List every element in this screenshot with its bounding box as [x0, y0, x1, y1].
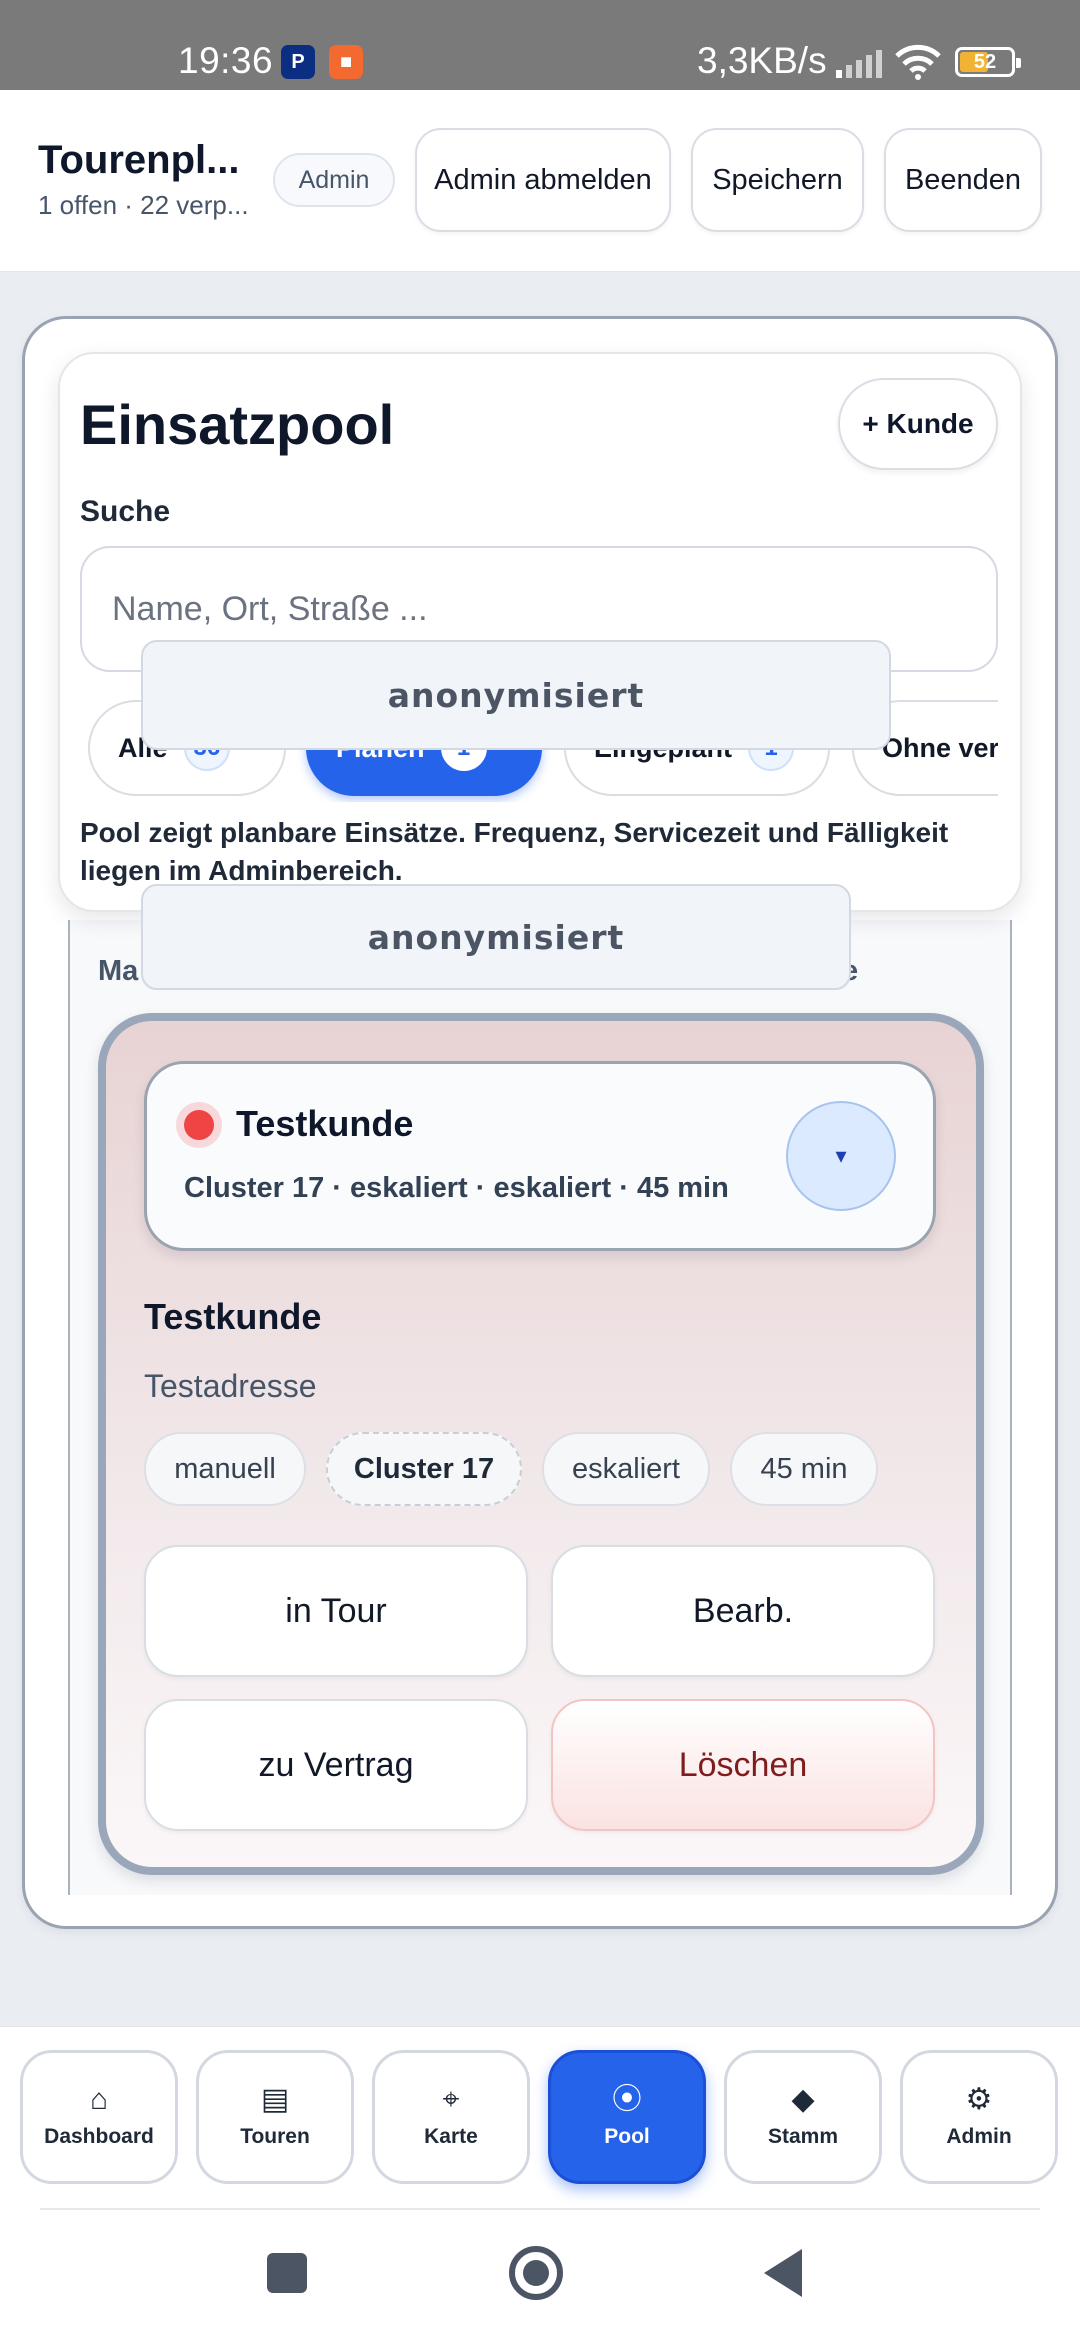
save-button[interactable]: Speichern [691, 128, 864, 232]
tag-source: manuell [144, 1432, 306, 1506]
delete-button[interactable]: Löschen [551, 1699, 935, 1831]
network-speed: 3,3KB/s [697, 40, 827, 81]
app-subtitle: 1 offen · 22 verp... [38, 190, 249, 220]
nav-dashboard[interactable]: ⌂ Dashboard [20, 2050, 178, 2184]
status-dot [184, 1110, 214, 1140]
customer-meta: Cluster 17 · eskaliert · eskaliert · 45 … [184, 1172, 729, 1204]
customer-name: Testkunde [236, 1103, 414, 1144]
nav-admin[interactable]: ⚙ Admin [900, 2050, 1058, 2184]
list-icon: ▤ [260, 2083, 290, 2116]
exit-button[interactable]: Beenden [884, 128, 1042, 232]
paypal-icon: P [281, 45, 315, 79]
tag-cluster: Cluster 17 [326, 1432, 522, 1506]
nav-label: Touren [240, 2125, 310, 2148]
back-icon[interactable] [764, 2249, 802, 2297]
crosshair-icon: ⌖ [442, 2083, 460, 2116]
detail-name: Testkunde [144, 1296, 322, 1337]
pool-note: Pool zeigt planbare Einsätze. Frequenz, … [80, 817, 949, 886]
battery-icon: 52 [955, 47, 1021, 77]
nav-label: Karte [424, 2125, 478, 2148]
admin-logout-button[interactable]: Admin abmelden [415, 128, 671, 232]
nav-pool[interactable]: ⦿ Pool [548, 2050, 706, 2184]
battery-level: 52 [973, 51, 997, 73]
gear-icon: ⚙ [965, 2083, 993, 2116]
camera-icon: ■ [329, 45, 363, 79]
tag-status: eskaliert [542, 1432, 710, 1506]
add-customer-button[interactable]: + Kunde [838, 378, 998, 470]
signal-icon [836, 50, 882, 78]
list-header-start: Ma [98, 955, 139, 987]
edit-button[interactable]: Bearb. [551, 1545, 935, 1677]
nav-tours[interactable]: ▤ Touren [196, 2050, 354, 2184]
divider [40, 2208, 1040, 2210]
detail-address: Testadresse [144, 1368, 317, 1404]
pool-title: Einsatzpool [80, 393, 395, 456]
app-title: Tourenpl... [38, 138, 240, 182]
search-label: Suche [80, 495, 171, 528]
nav-label: Admin [946, 2125, 1012, 2148]
role-badge: Admin [273, 153, 395, 207]
filter-label: Ohne ver [882, 732, 998, 763]
target-icon: ⦿ [612, 2083, 642, 2116]
nav-label: Dashboard [44, 2125, 154, 2148]
home-circle-icon[interactable] [509, 2246, 563, 2300]
diamond-icon: ◆ [791, 2083, 815, 2116]
to-contract-button[interactable]: zu Vertrag [144, 1699, 528, 1831]
add-to-tour-button[interactable]: in Tour [144, 1545, 528, 1677]
status-time: 19:36 [178, 40, 274, 81]
nav-master-data[interactable]: ◆ Stamm [724, 2050, 882, 2184]
recent-apps-icon[interactable] [267, 2253, 307, 2293]
tag-duration: 45 min [730, 1432, 878, 1506]
nav-map[interactable]: ⌖ Karte [372, 2050, 530, 2184]
nav-label: Stamm [767, 2125, 839, 2148]
anonymized-overlay: anonymisiert [141, 884, 851, 990]
wifi-icon [895, 44, 941, 80]
home-icon: ⌂ [89, 2083, 109, 2116]
app-header: Tourenpl... 1 offen · 22 verp... Admin A… [0, 90, 1080, 272]
nav-label: Pool [604, 2125, 650, 2148]
anonymized-overlay: anonymisiert [141, 640, 891, 750]
status-bar: 19:36 P ■ 3,3KB/s 52 [0, 0, 1080, 90]
chevron-down-icon[interactable]: ▾ [786, 1101, 896, 1211]
